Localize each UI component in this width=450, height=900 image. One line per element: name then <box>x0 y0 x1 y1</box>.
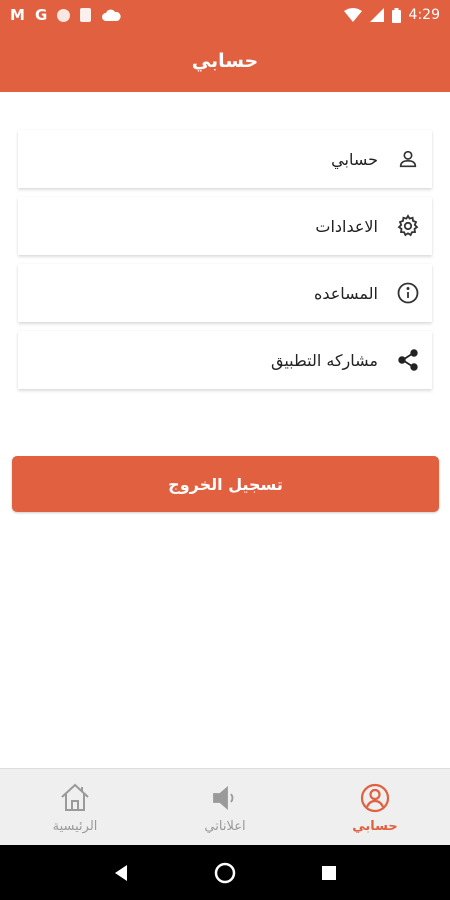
account-menu: حسابي الاعدادات المساعده مشاركه التطبيق <box>18 130 432 398</box>
info-icon <box>396 281 420 305</box>
home-button[interactable] <box>214 862 236 884</box>
menu-item-settings[interactable]: الاعدادات <box>18 197 432 255</box>
status-time: 4:29 <box>408 7 440 23</box>
logout-button[interactable]: تسجيل الخروج <box>12 456 439 512</box>
gear-icon <box>396 214 420 238</box>
nav-item-label: الرئيسية <box>52 818 98 834</box>
bottom-nav: حسابي اعلاناتي الرئيسية <box>0 768 450 845</box>
nav-item-home[interactable]: الرئيسية <box>0 769 150 845</box>
menu-item-label: المساعده <box>313 283 378 303</box>
signal-icon <box>369 8 384 22</box>
home-icon <box>58 781 92 815</box>
nav-item-label: حسابي <box>352 818 398 834</box>
status-system: 4:29 <box>343 7 440 23</box>
back-button[interactable] <box>113 864 129 882</box>
person-icon <box>396 147 420 171</box>
menu-item-share-app[interactable]: مشاركه التطبيق <box>18 331 432 389</box>
sd-card-icon <box>80 8 92 22</box>
share-icon <box>396 348 420 372</box>
status-notifications: M G <box>10 5 121 24</box>
page-title: حسابي <box>191 50 259 72</box>
speaker-icon <box>208 781 242 815</box>
system-nav-bar <box>0 845 450 900</box>
status-bar: M G 4:29 <box>0 0 450 30</box>
menu-item-label: مشاركه التطبيق <box>271 350 378 370</box>
menu-item-help[interactable]: المساعده <box>18 264 432 322</box>
battery-icon <box>391 7 401 23</box>
nav-item-account[interactable]: حسابي <box>300 769 450 845</box>
cloud-icon <box>102 9 121 21</box>
wifi-icon <box>343 8 362 22</box>
gmail-icon: M <box>10 5 25 24</box>
app-bar: حسابي <box>0 30 450 92</box>
google-icon: G <box>34 5 48 24</box>
menu-item-account[interactable]: حسابي <box>18 130 432 188</box>
menu-item-label: الاعدادات <box>315 216 378 236</box>
menu-item-label: حسابي <box>331 149 378 169</box>
nav-item-my-ads[interactable]: اعلاناتي <box>150 769 300 845</box>
nav-item-label: اعلاناتي <box>204 818 246 834</box>
recents-button[interactable] <box>321 865 337 881</box>
notification-dot-icon <box>57 8 71 22</box>
account-circle-icon <box>358 781 392 815</box>
